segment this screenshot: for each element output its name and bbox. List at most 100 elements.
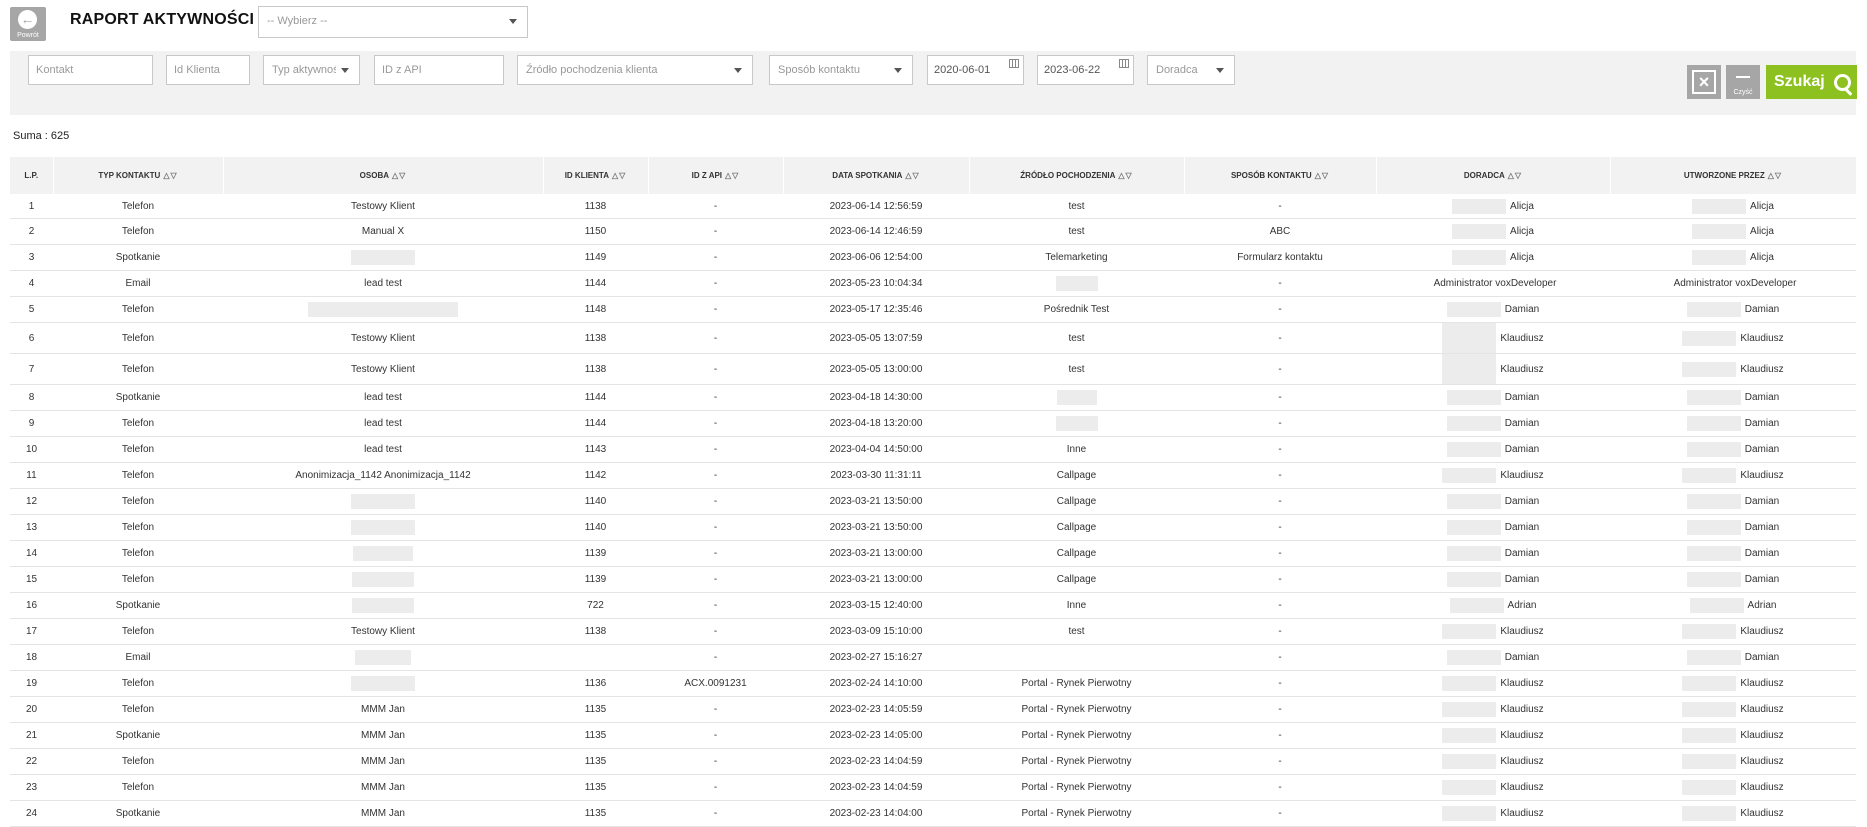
report-select[interactable]: -- Wybierz -- bbox=[258, 6, 528, 38]
date-from-input[interactable]: 2020-06-01 bbox=[927, 55, 1024, 85]
col-typ-kontaktu[interactable]: TYP KONTAKTU △▽ bbox=[53, 157, 224, 194]
close-filters-button[interactable]: × bbox=[1687, 65, 1721, 99]
col-id-klienta[interactable]: ID KLIENTA △▽ bbox=[543, 157, 649, 194]
doradca-name: Adrian bbox=[1507, 600, 1537, 612]
sort-arrows-icon[interactable]: △▽ bbox=[1508, 171, 1522, 180]
table-row[interactable]: 18 Email -2023-02-27 15:16:27- Damian Damian bbox=[10, 644, 1856, 671]
sort-arrows-icon[interactable]: △▽ bbox=[392, 171, 406, 180]
cell-typ-kontaktu: Spotkanie bbox=[53, 800, 223, 827]
table-row[interactable]: 22 Telefon MMM Jan 1135-2023-02-23 14:04:59… bbox=[10, 748, 1856, 775]
creator-name: Klaudiusz bbox=[1740, 730, 1784, 742]
cell-id-z-api: - bbox=[648, 774, 783, 801]
cell-lp: 6 bbox=[10, 322, 53, 354]
doradca-name: Klaudiusz bbox=[1500, 363, 1544, 375]
table-row[interactable]: 1 Telefon Testowy Klient 1138-2023-06-14 12… bbox=[10, 194, 1856, 219]
table-row[interactable]: 21 Spotkanie MMM Jan 1135-2023-02-23 14:05:… bbox=[10, 722, 1856, 749]
cell-doradca: Klaudiusz bbox=[1376, 774, 1610, 801]
sort-arrows-icon[interactable]: △▽ bbox=[725, 171, 739, 180]
cell-osoba: MMM Jan bbox=[223, 722, 543, 749]
sort-arrows-icon[interactable]: △▽ bbox=[163, 171, 177, 180]
table-row[interactable]: 13 Telefon 1140-2023-03-21 13:50:00 Callpag… bbox=[10, 514, 1856, 541]
cell-typ-kontaktu: Telefon bbox=[53, 462, 223, 489]
cell-doradca: Damian bbox=[1376, 566, 1610, 593]
sort-arrows-icon[interactable]: △▽ bbox=[905, 171, 919, 180]
cell-lp: 20 bbox=[10, 696, 53, 723]
date-to-value: 2023-06-22 bbox=[1044, 64, 1101, 76]
col-data-spotkania[interactable]: DATA SPOTKANIA △▽ bbox=[783, 157, 970, 194]
cell-id-z-api: - bbox=[648, 748, 783, 775]
redacted-block bbox=[1682, 728, 1737, 743]
sposob-kontaktu-select[interactable]: Sposób kontaktu bbox=[769, 55, 913, 85]
sort-arrows-icon[interactable]: △▽ bbox=[1315, 171, 1329, 180]
table-row[interactable]: 2 Telefon Manual X 1150-2023-06-14 12:46:59… bbox=[10, 218, 1856, 245]
cell-id-klienta: 1136 bbox=[543, 670, 648, 697]
cell-zrodlo: Callpage bbox=[969, 566, 1184, 593]
cell-id-klienta: 1135 bbox=[543, 774, 648, 801]
redacted-block bbox=[1682, 624, 1737, 639]
table-row[interactable]: 4 Email lead test 1144-2023-05-23 10:04:34-… bbox=[10, 270, 1856, 297]
cell-osoba: Testowy Klient bbox=[223, 322, 543, 354]
col-doradca[interactable]: DORADCA △▽ bbox=[1376, 157, 1611, 194]
search-button[interactable]: Szukaj bbox=[1766, 65, 1857, 99]
creator-name: Alicja bbox=[1750, 252, 1774, 264]
cell-id-z-api: - bbox=[648, 244, 783, 271]
redacted-block bbox=[1692, 224, 1747, 239]
cell-lp: 19 bbox=[10, 670, 53, 697]
cell-id-klienta: 1149 bbox=[543, 244, 648, 271]
table-row[interactable]: 15 Telefon 1139-2023-03-21 13:00:00 Callpag… bbox=[10, 566, 1856, 593]
id-klienta-input[interactable] bbox=[166, 55, 250, 85]
cell-id-klienta bbox=[543, 644, 648, 671]
table-row[interactable]: 8 Spotkanie lead test 1144-2023-04-18 14:30… bbox=[10, 384, 1856, 411]
table-row[interactable]: 14 Telefon 1139-2023-03-21 13:00:00 Callpag… bbox=[10, 540, 1856, 567]
creator-name: Klaudiusz bbox=[1740, 782, 1784, 794]
creator-name: Administrator voxDeveloper bbox=[1673, 278, 1797, 289]
table-row[interactable]: 20 Telefon MMM Jan 1135-2023-02-23 14:05:59… bbox=[10, 696, 1856, 723]
report-select-value: -- Wybierz -- bbox=[267, 15, 328, 27]
doradca-select[interactable]: Doradca bbox=[1147, 55, 1235, 85]
cell-osoba: Manual X bbox=[223, 218, 543, 245]
clear-button[interactable]: Czyść bbox=[1726, 65, 1760, 99]
id-z-api-input[interactable] bbox=[374, 55, 504, 85]
arrow-left-icon: ← bbox=[18, 10, 37, 29]
col-zrodlo-pochodzenia[interactable]: ŹRÓDŁO POCHODZENIA △▽ bbox=[969, 157, 1185, 194]
close-icon: × bbox=[1692, 70, 1716, 94]
table-row[interactable]: 24 Spotkanie MMM Jan 1135-2023-02-23 14:04:… bbox=[10, 800, 1856, 827]
typ-aktywnosci-select[interactable]: Typ aktywności bbox=[263, 55, 360, 85]
table-row[interactable]: 16 Spotkanie 722-2023-03-15 12:40:00 Inne - A… bbox=[10, 592, 1856, 619]
cell-utworzone-przez: Klaudiusz bbox=[1610, 353, 1856, 385]
cell-id-klienta: 1135 bbox=[543, 800, 648, 827]
cell-osoba bbox=[223, 488, 543, 515]
cell-osoba bbox=[223, 592, 543, 619]
creator-name: Klaudiusz bbox=[1740, 808, 1784, 820]
cell-zrodlo: test bbox=[969, 194, 1184, 219]
cell-utworzone-przez: Klaudiusz bbox=[1610, 748, 1856, 775]
table-row[interactable]: 11 Telefon Anonimizacja_1142 Anonimizacja_… bbox=[10, 462, 1856, 489]
col-osoba[interactable]: OSOBA △▽ bbox=[223, 157, 544, 194]
date-to-input[interactable]: 2023-06-22 bbox=[1037, 55, 1134, 85]
col-sposob-kontaktu[interactable]: SPOSÓB KONTAKTU △▽ bbox=[1184, 157, 1377, 194]
sort-arrows-icon[interactable]: △▽ bbox=[612, 171, 626, 180]
table-row[interactable]: 7 Telefon Testowy Klient 1138-2023-05-05 13… bbox=[10, 353, 1856, 385]
table-row[interactable]: 23 Telefon MMM Jan 1135-2023-02-23 14:04:59… bbox=[10, 774, 1856, 801]
col-utworzone-przez[interactable]: UTWORZONE PRZEZ △▽ bbox=[1610, 157, 1857, 194]
redacted-block bbox=[1692, 198, 1747, 214]
creator-name: Damian bbox=[1744, 496, 1780, 508]
table-row[interactable]: 6 Telefon Testowy Klient 1138-2023-05-05 13… bbox=[10, 322, 1856, 354]
cell-doradca: Klaudiusz bbox=[1376, 670, 1610, 697]
table-row[interactable]: 5 Telefon 1148-2023-05-17 12:35:46 Pośredni… bbox=[10, 296, 1856, 323]
col-id-z-api[interactable]: ID Z API △▽ bbox=[648, 157, 784, 194]
table-row[interactable]: 10 Telefon lead test 1143-2023-04-04 14:50:… bbox=[10, 436, 1856, 463]
sort-arrows-icon[interactable]: △▽ bbox=[1768, 171, 1782, 180]
table-row[interactable]: 9 Telefon lead test 1144-2023-04-18 13:20:0… bbox=[10, 410, 1856, 437]
table-row[interactable]: 19 Telefon 1136 ACX.0091231 2023-02-24 14:10… bbox=[10, 670, 1856, 697]
table-row[interactable]: 3 Spotkanie 1149-2023-06-06 12:54:00 Telema… bbox=[10, 244, 1856, 271]
back-button[interactable]: ← Powrót bbox=[10, 7, 46, 41]
sort-arrows-icon[interactable]: △▽ bbox=[1118, 171, 1132, 180]
kontakt-input[interactable] bbox=[28, 55, 153, 85]
table-row[interactable]: 17 Telefon Testowy Klient 1138-2023-03-09 1… bbox=[10, 618, 1856, 645]
doradca-name: Damian bbox=[1504, 548, 1540, 560]
table-row[interactable]: 12 Telefon 1140-2023-03-21 13:50:00 Callpag… bbox=[10, 488, 1856, 515]
zrodlo-select[interactable]: Źródło pochodzenia klienta bbox=[517, 55, 753, 85]
cell-sposob-kontaktu: - bbox=[1184, 270, 1376, 297]
cell-doradca: Administrator voxDeveloper bbox=[1376, 270, 1610, 297]
